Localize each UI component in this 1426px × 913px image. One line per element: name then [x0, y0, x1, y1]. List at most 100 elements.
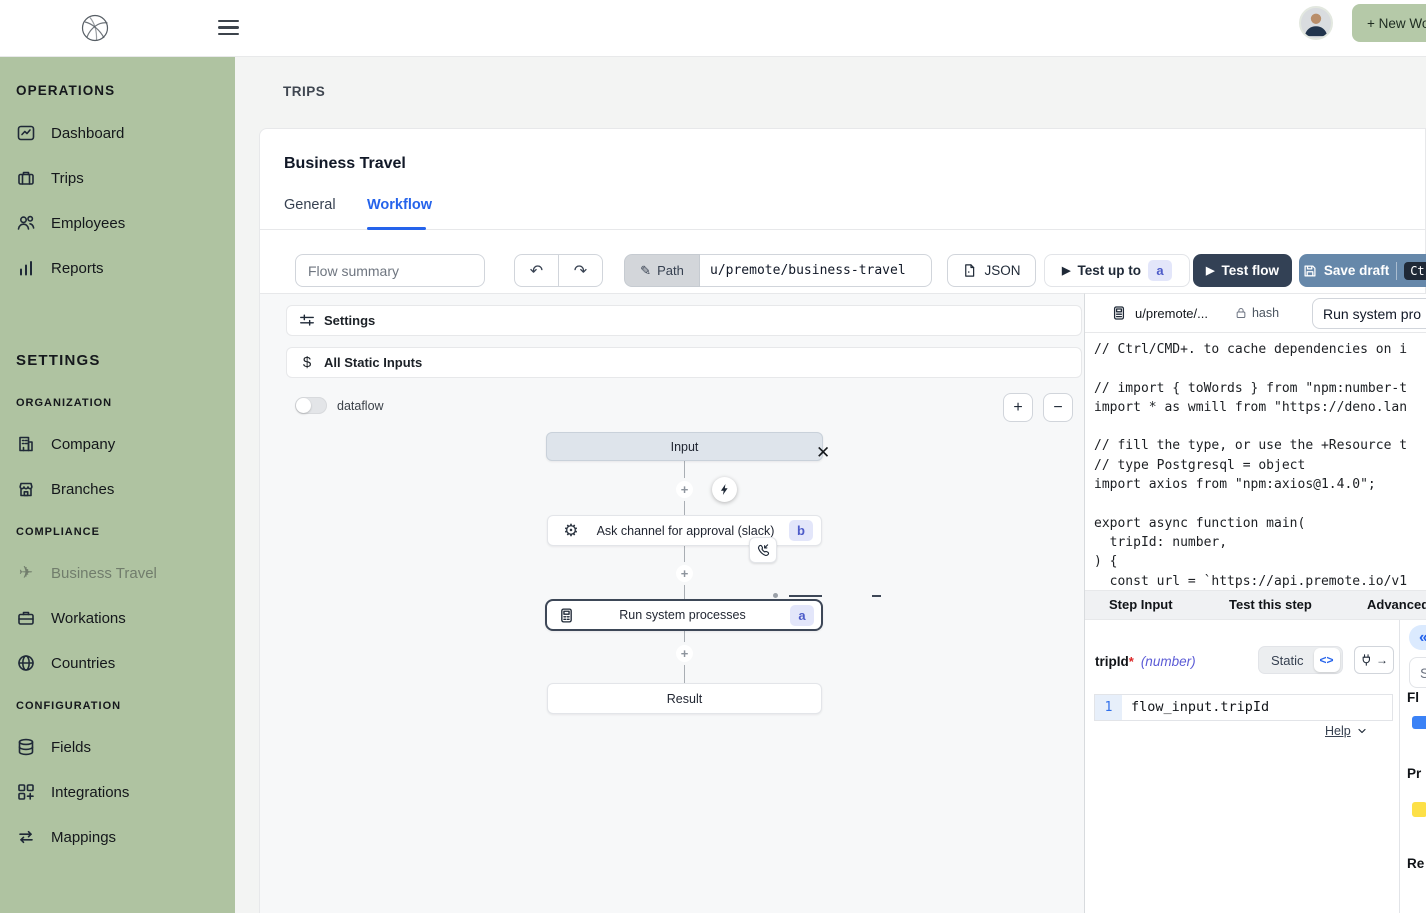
- device-icon: [1111, 305, 1127, 321]
- flow-summary-input[interactable]: [295, 254, 485, 287]
- json-button[interactable]: JSON: [947, 254, 1036, 287]
- dashboard-icon: [16, 123, 36, 143]
- inspector-tabbar: Step Input Test this step Advanced: [1085, 590, 1426, 620]
- play-icon: ▶: [1206, 264, 1214, 277]
- connect-input-button[interactable]: →: [1354, 646, 1394, 674]
- sidebar-item-dashboard[interactable]: Dashboard: [16, 121, 124, 145]
- dataflow-toggle[interactable]: [295, 397, 327, 414]
- redo-icon: ↷: [574, 261, 587, 281]
- flow-settings-row[interactable]: Settings: [286, 305, 1082, 336]
- sidebar-item-label: Dashboard: [51, 125, 124, 142]
- flow-node-input[interactable]: Input: [546, 432, 823, 461]
- sidebar-item-label: Reports: [51, 260, 104, 277]
- undo-button[interactable]: ↶: [514, 254, 559, 287]
- code-mode-option[interactable]: <>: [1314, 648, 1340, 672]
- dollar-icon: $: [299, 354, 315, 371]
- collapse-panel-button[interactable]: «: [1409, 625, 1426, 650]
- dataflow-toggle-wrap: dataflow: [295, 397, 384, 414]
- line-number: 1: [1095, 695, 1122, 720]
- step-badge: a: [1148, 260, 1172, 281]
- sidebar-item-label: Integrations: [51, 784, 129, 801]
- help-link[interactable]: Help: [1325, 724, 1351, 738]
- trigger-bolt-icon[interactable]: [712, 477, 737, 502]
- divider: [1399, 620, 1400, 913]
- tab-general[interactable]: General: [284, 197, 336, 213]
- node-label: Run system processes: [575, 608, 790, 622]
- static-inputs-row[interactable]: $ All Static Inputs: [286, 347, 1082, 378]
- flow-canvas[interactable]: Settings $ All Static Inputs dataflow + …: [260, 293, 1084, 913]
- path-edit-button[interactable]: ✎ Path: [624, 254, 700, 287]
- flow-node-run-selected[interactable]: Run system processes a: [545, 599, 823, 631]
- hash-label: hash: [1252, 306, 1279, 320]
- path-label: Path: [657, 263, 684, 278]
- suspend-phone-icon[interactable]: [749, 537, 777, 563]
- globe-icon: [16, 653, 36, 673]
- strip-label-flow-input: Fl: [1407, 690, 1419, 705]
- sidebar-item-company[interactable]: Company: [16, 432, 115, 456]
- sidebar-item-integrations[interactable]: Integrations: [16, 780, 129, 804]
- close-icon[interactable]: ✕: [816, 444, 830, 461]
- briefcase-icon: [16, 168, 36, 188]
- hash-wrap[interactable]: hash: [1234, 306, 1279, 320]
- file-code-icon: [962, 263, 977, 278]
- flow-node-result[interactable]: Result: [547, 683, 822, 714]
- bar-chart-icon: [16, 258, 36, 278]
- play-icon: ▶: [1062, 264, 1070, 277]
- device-icon: [558, 607, 575, 624]
- flow-input-chip[interactable]: [1412, 716, 1426, 729]
- zoom-in-button[interactable]: +: [1003, 393, 1033, 422]
- tab-test-this-step[interactable]: Test this step: [1229, 597, 1312, 612]
- user-avatar[interactable]: [1299, 6, 1333, 40]
- inspector-header: u/premote/... hash: [1085, 294, 1426, 333]
- add-step-button[interactable]: +: [676, 481, 693, 498]
- previous-result-chip[interactable]: [1412, 802, 1426, 817]
- node-badge: a: [790, 605, 814, 626]
- test-up-to-button[interactable]: ▶ Test up to a: [1044, 254, 1190, 287]
- run-step-input[interactable]: [1312, 298, 1426, 329]
- zoom-out-button[interactable]: −: [1043, 393, 1073, 422]
- node-label: Result: [548, 692, 821, 706]
- expression-editor[interactable]: 1 flow_input.tripId: [1094, 694, 1393, 721]
- sidebar-item-reports[interactable]: Reports: [16, 256, 104, 280]
- sidebar-item-workations[interactable]: Workations: [16, 606, 126, 630]
- new-workflow-button[interactable]: + New Wor: [1352, 4, 1426, 42]
- tab-step-input[interactable]: Step Input: [1109, 597, 1173, 612]
- save-draft-button[interactable]: Save draft Ctrl: [1299, 254, 1426, 287]
- menu-toggle-icon[interactable]: [218, 17, 239, 38]
- sidebar-item-trips[interactable]: Trips: [16, 166, 84, 190]
- swap-arrows-icon: [16, 827, 36, 847]
- sidebar-item-employees[interactable]: Employees: [16, 211, 125, 235]
- expression-value[interactable]: flow_input.tripId: [1122, 695, 1269, 720]
- flow-node-approval[interactable]: ⚙ Ask channel for approval (slack) b: [547, 515, 822, 546]
- code-editor[interactable]: // Ctrl/CMD+. to cache dependencies on i…: [1094, 340, 1407, 591]
- redo-button[interactable]: ↷: [558, 254, 603, 287]
- sidebar-item-branches[interactable]: Branches: [16, 477, 114, 501]
- sidebar-item-countries[interactable]: Countries: [16, 651, 115, 675]
- help-row[interactable]: Help: [1325, 724, 1368, 738]
- sliders-icon: [299, 313, 315, 329]
- arg-type: (number): [1141, 654, 1196, 669]
- strip-label-previous: Pr: [1407, 766, 1421, 781]
- tab-workflow[interactable]: Workflow: [367, 197, 432, 213]
- arg-tripid-row: tripId* (number): [1095, 654, 1196, 669]
- save-icon: [1303, 264, 1317, 278]
- variable-search-input[interactable]: S: [1409, 657, 1426, 688]
- sidebar-item-label: Company: [51, 436, 115, 453]
- path-input[interactable]: [700, 254, 932, 287]
- sidebar-item-business-travel[interactable]: ✈ Business Travel: [16, 561, 157, 585]
- sidebar-heading-organization: ORGANIZATION: [16, 397, 112, 409]
- arg-mode-toggle[interactable]: Static <>: [1258, 646, 1343, 674]
- add-step-button[interactable]: +: [676, 645, 693, 662]
- test-up-to-label: Test up to: [1077, 263, 1141, 278]
- add-step-button[interactable]: +: [676, 565, 693, 582]
- static-mode-option[interactable]: Static: [1261, 653, 1314, 668]
- script-path-label[interactable]: u/premote/...: [1135, 306, 1208, 321]
- sidebar-item-fields[interactable]: Fields: [16, 735, 91, 759]
- node-badge: b: [789, 520, 813, 541]
- arrow-right-icon: →: [1376, 653, 1388, 667]
- test-flow-button[interactable]: ▶ Test flow: [1193, 254, 1292, 287]
- tab-advanced[interactable]: Advanced: [1367, 597, 1426, 612]
- brand-logo-icon: [78, 11, 112, 45]
- sidebar-item-mappings[interactable]: Mappings: [16, 825, 116, 849]
- workflow-card: Business Travel General Workflow ↶ ↷ ✎ P…: [259, 128, 1426, 913]
